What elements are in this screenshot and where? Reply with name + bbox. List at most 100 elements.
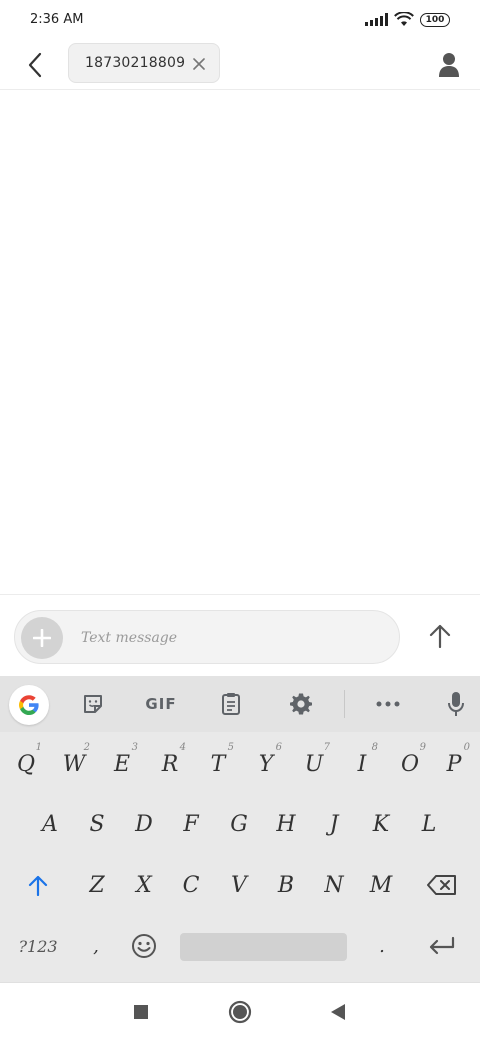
more-button[interactable] [372,688,404,720]
compose-field [14,610,400,664]
close-icon [193,58,205,70]
emoji-key[interactable] [122,920,166,972]
recipient-chip[interactable]: 18730218809 [68,43,220,83]
more-horizontal-icon [376,701,400,707]
key-label: D [135,811,153,837]
key-label: F [183,811,199,837]
symbols-label: ?123 [18,936,58,956]
key-r[interactable]: R4 [146,738,194,790]
key-o[interactable]: O9 [386,738,434,790]
send-button[interactable] [424,619,456,653]
key-a[interactable]: A [26,798,74,850]
sticker-button[interactable] [78,688,108,720]
key-label: B [277,872,295,898]
voice-input-button[interactable] [442,688,470,720]
keyboard: GIF Q 1 W 2 E 3 R 4 T 5 Y 6 U 7 I 8 O 9 … [0,676,480,982]
key-label: N [324,872,344,898]
back-button[interactable] [18,48,52,82]
shift-arrow-icon [28,875,48,896]
recents-button[interactable] [125,997,157,1027]
key-label: L [421,811,437,837]
microphone-icon [448,692,464,716]
key-i[interactable]: I8 [338,738,386,790]
key-z[interactable]: Z [73,859,121,911]
enter-key[interactable] [416,920,468,972]
conversation-header: 18730218809 [0,40,480,90]
google-g-icon [19,695,39,715]
key-q[interactable]: Q1 [2,738,50,790]
toolbar-divider [344,690,345,718]
gear-icon [290,693,312,715]
key-f[interactable]: F [167,798,215,850]
key-label: E [113,751,131,777]
key-c[interactable]: C [167,859,215,911]
gif-label: GIF [145,695,177,713]
key-label: P [446,751,462,777]
key-label: G [230,811,248,837]
backspace-key[interactable] [416,859,468,911]
key-hint: 8 [371,742,378,753]
key-label: S [89,811,105,837]
key-s[interactable]: S [73,798,121,850]
key-label: V [231,872,247,898]
shift-key[interactable] [14,859,62,911]
back-chevron-icon [28,52,42,78]
key-p[interactable]: P0 [430,738,478,790]
contact-button[interactable] [432,48,466,82]
key-label: Z [89,872,105,898]
key-d[interactable]: D [120,798,168,850]
key-n[interactable]: N [310,859,358,911]
plus-icon [33,629,51,647]
key-label: R [161,751,179,777]
compose-bar [0,594,480,676]
key-l[interactable]: L [405,798,453,850]
key-label: C [182,872,200,898]
symbols-key[interactable]: ?123 [8,920,68,972]
arrow-up-icon [429,624,451,648]
key-y[interactable]: Y6 [242,738,290,790]
sticker-icon [84,695,102,713]
key-b[interactable]: B [262,859,310,911]
system-nav-bar [0,982,480,1040]
status-icons: 100 [365,12,450,27]
clipboard-button[interactable] [216,688,246,720]
keyboard-settings-button[interactable] [286,688,316,720]
circle-icon [228,1000,252,1024]
back-nav-button[interactable] [322,997,354,1027]
wifi-icon [394,12,414,26]
google-button[interactable] [9,685,49,725]
key-label: , [93,935,99,957]
key-label: X [136,872,152,898]
key-k[interactable]: K [357,798,405,850]
gif-button[interactable]: GIF [143,688,179,720]
message-input[interactable] [81,621,381,655]
key-g[interactable]: G [215,798,263,850]
triangle-back-icon [331,1004,345,1020]
key-u[interactable]: U7 [290,738,338,790]
key-hint: 0 [463,742,470,753]
comma-key[interactable]: , [74,920,118,972]
key-hint: 3 [131,742,138,753]
key-w[interactable]: W2 [50,738,98,790]
clipboard-icon [222,693,240,715]
key-t[interactable]: T5 [194,738,242,790]
key-e[interactable]: E3 [98,738,146,790]
key-j[interactable]: J [310,798,358,850]
key-m[interactable]: M [357,859,405,911]
key-label: O [400,751,420,777]
key-hint: 4 [179,742,186,753]
key-x[interactable]: X [120,859,168,911]
add-attachment-button[interactable] [21,617,63,659]
emoji-icon [132,934,156,958]
keyboard-toolbar: GIF [0,676,480,732]
space-key[interactable] [180,933,347,961]
period-key[interactable]: . [360,920,404,972]
home-button[interactable] [224,997,256,1027]
key-label: M [369,872,393,898]
key-v[interactable]: V [215,859,263,911]
battery-icon: 100 [420,12,450,27]
key-h[interactable]: H [262,798,310,850]
key-label: A [42,811,58,837]
status-time: 2:36 AM [30,12,84,27]
clear-recipient-button[interactable] [189,54,209,74]
